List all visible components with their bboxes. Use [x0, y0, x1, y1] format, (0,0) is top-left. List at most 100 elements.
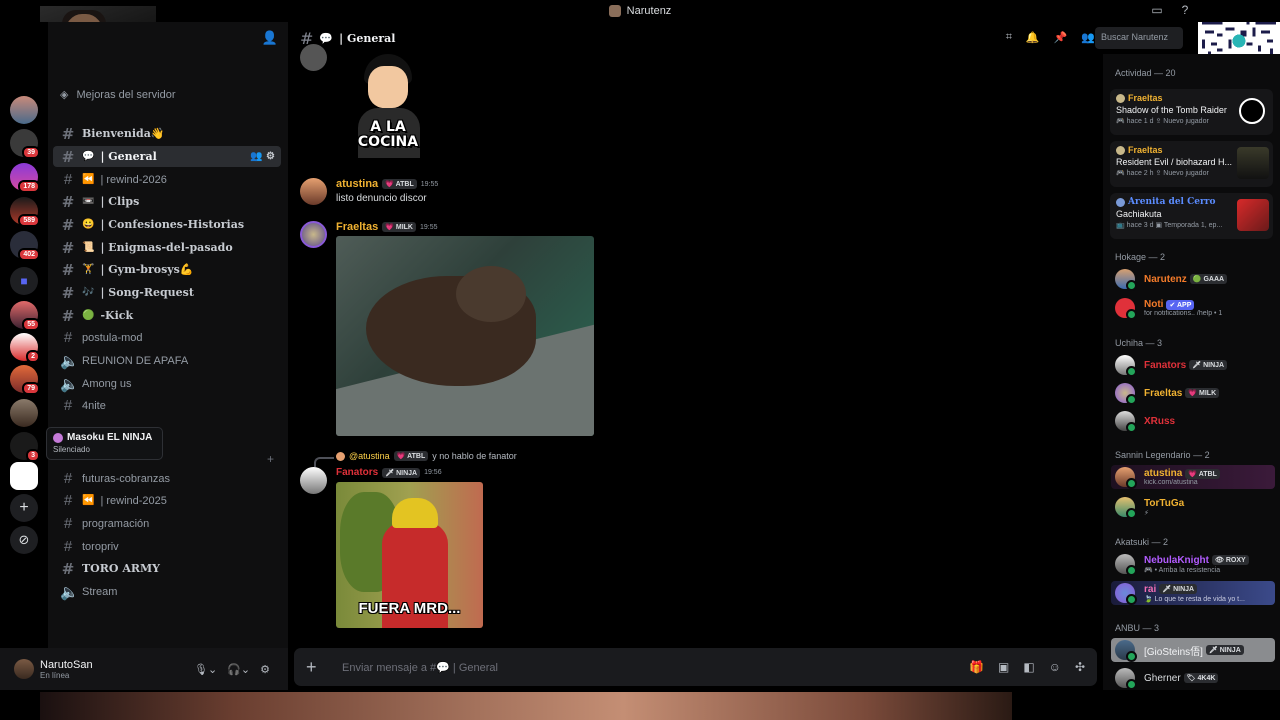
member-item[interactable]: rai 🗡 NINJA 🍃 Lo que te resta de vida yo t…	[1111, 581, 1275, 605]
unread-badge: 2	[26, 350, 40, 363]
server-item[interactable]	[10, 96, 38, 124]
member-item[interactable]: Fraeltas 💗 MILK	[1115, 381, 1275, 405]
server-item[interactable]: 178	[10, 163, 40, 193]
user-avatar[interactable]	[14, 659, 34, 679]
member-item[interactable]: XRuss	[1115, 409, 1275, 433]
channel-song-request[interactable]: # 🎶 | Song-Request	[53, 282, 281, 303]
channel-postula-mod[interactable]: # postula-mod	[53, 327, 281, 348]
server-item[interactable]	[10, 462, 38, 490]
activity-card[interactable]: Fraeltas Resident Evil / biohazard H... …	[1110, 141, 1273, 187]
voice-channel-reunion[interactable]: 🔈 REUNION DE APAFA	[53, 350, 281, 371]
channel-futuras-cobranzas[interactable]: # futuras-cobranzas	[53, 468, 281, 489]
voice-channel-among-us[interactable]: 🔈 Among us	[53, 373, 281, 394]
member-item[interactable]: [GioSteins俉] 🗡 NINJA	[1111, 638, 1275, 662]
server-item[interactable]: 3	[10, 432, 40, 462]
member-item[interactable]: TorTuGa ⚡	[1115, 495, 1275, 519]
bell-icon[interactable]: 🔔	[1026, 31, 1040, 44]
server-item[interactable]: 39	[10, 129, 40, 159]
avatar[interactable]	[300, 44, 327, 71]
channel-settings-icon[interactable]: 👥 ⚙	[250, 151, 275, 162]
activity-card[interactable]: Fraeltas Shadow of the Tomb Raider 🎮 hac…	[1110, 89, 1273, 135]
channel-programacion[interactable]: # programación	[53, 513, 281, 534]
unread-badge: 402	[18, 248, 40, 261]
server-rail: 39 178 589 402 ■ 55 2 79 3 + ⊘	[0, 22, 48, 720]
unread-badge: 79	[22, 382, 40, 395]
invite-icon[interactable]: 👤	[262, 30, 278, 46]
hash-icon: #	[61, 147, 75, 166]
message-author[interactable]: atustina 💗 ATBL 19:55	[336, 178, 438, 190]
apps-icon[interactable]: ✣	[1075, 660, 1085, 674]
channel-4nite[interactable]: #4nite	[53, 395, 281, 416]
reply-avatar	[336, 451, 345, 461]
boost-icon: ◈	[60, 89, 69, 101]
help-icon[interactable]: ?	[1178, 3, 1192, 17]
sticker-image[interactable]: A LA COCINA	[336, 50, 436, 166]
server-boost[interactable]: ◈ Mejoras del servidor	[60, 88, 176, 102]
message-text: listo denuncio discor	[336, 193, 427, 204]
emoji-icon[interactable]: ☺	[1049, 660, 1061, 674]
channel-gym[interactable]: # 🏋 | Gym-brosys💪	[53, 259, 281, 280]
server-icon	[608, 5, 621, 17]
gear-icon[interactable]: ⚙	[260, 663, 270, 676]
server-item[interactable]: 79	[10, 365, 40, 395]
avatar	[1115, 497, 1137, 519]
add-attachment-icon[interactable]: +	[306, 657, 326, 678]
threads-icon[interactable]: ⌗	[1006, 31, 1012, 44]
role-header: Sannin Legendario — 2	[1115, 450, 1210, 460]
timestamp: 19:55	[419, 223, 438, 231]
reply-preview[interactable]: @atustina 💗 ATBL y no hablo de fanator	[336, 451, 517, 461]
channel-enigmas[interactable]: # 📜 | Enigmas-del-pasado	[53, 237, 281, 258]
channel-rewind-2026[interactable]: # ⏪ | rewind-2026	[53, 169, 281, 190]
user-avatar-icon	[1116, 145, 1125, 155]
message-author[interactable]: Fraeltas 💗 MILK 19:55	[336, 221, 438, 233]
add-channel-icon[interactable]: +	[267, 452, 274, 466]
channel-bienvenida[interactable]: # Bienvenida👋	[53, 123, 281, 144]
server-item[interactable]: 2	[10, 333, 40, 363]
server-avatar-icon	[53, 432, 63, 443]
search-input[interactable]: Buscar Narutenz	[1095, 27, 1183, 49]
members-icon[interactable]: 👥	[1081, 31, 1095, 44]
message-author[interactable]: Fanators 🗡 NINJA 19:56	[336, 467, 442, 478]
channel-general[interactable]: # 💬 | General 👥 ⚙	[53, 146, 281, 167]
server-item[interactable]: 589	[10, 197, 40, 227]
server-folder[interactable]: 402	[10, 231, 40, 261]
reaction-gif[interactable]: FUERA MRD...	[336, 482, 483, 628]
microphone-icon[interactable]: 🎙⌄	[194, 663, 217, 676]
speaker-icon: 🔈	[60, 583, 79, 601]
avatar[interactable]	[300, 178, 327, 205]
member-item[interactable]: Fanators 🗡 NINJA	[1115, 353, 1275, 377]
avatar[interactable]	[300, 221, 327, 248]
member-item[interactable]: Gherner 🏷 4K4K	[1115, 666, 1275, 690]
member-item[interactable]: atustina 💗 ATBL kick.com/atustina	[1111, 465, 1275, 489]
explore-icon[interactable]: ⊘	[10, 526, 38, 554]
folder-icon[interactable]: ■	[10, 267, 38, 295]
server-item[interactable]: 55	[10, 301, 40, 331]
member-item[interactable]: NebulaKnight 👁 ROXY 🎮 • Arriba la resisten…	[1115, 552, 1275, 576]
channel-clips[interactable]: # 📼 | Clips	[53, 191, 281, 212]
activity-card[interactable]: Arenita del Cerro Gachiakuta 📺 hace 3 d …	[1110, 193, 1273, 239]
avatar[interactable]	[300, 467, 327, 494]
hash-icon: #	[63, 515, 73, 532]
member-item[interactable]: Noti ✔ APP for notifications.. /help • 1	[1115, 296, 1275, 320]
gift-icon[interactable]: 🎁	[969, 660, 984, 674]
pin-icon[interactable]: 📌	[1054, 31, 1068, 44]
member-item[interactable]: Narutenz 🟢 GAAA	[1115, 267, 1275, 291]
unread-badge: 178	[18, 180, 40, 193]
hash-icon: #	[63, 397, 73, 414]
channel-rewind-2025[interactable]: # ⏪ | rewind-2025	[53, 490, 281, 511]
sticker-icon[interactable]: ◧	[1023, 660, 1034, 674]
message-composer[interactable]: + Enviar mensaje a #💬 | General 🎁 ▣ ◧ ☺ …	[294, 648, 1097, 686]
channel-toro-army[interactable]: # TORO ARMY	[53, 558, 281, 579]
hash-icon: #	[61, 306, 75, 325]
channel-kick[interactable]: # 🟢 -Kick	[53, 305, 281, 326]
headphones-icon[interactable]: 🎧⌄	[227, 663, 250, 676]
channel-toropriv[interactable]: # toropriv	[53, 536, 281, 557]
channel-confesiones[interactable]: # 😀 | Confesiones-Historias	[53, 214, 281, 235]
server-item-active[interactable]	[10, 399, 38, 427]
voice-channel-stream[interactable]: 🔈 Stream	[53, 581, 281, 602]
otter-gif[interactable]	[336, 236, 594, 436]
add-server-icon[interactable]: +	[10, 494, 38, 522]
gif-icon[interactable]: ▣	[998, 660, 1009, 674]
inbox-icon[interactable]: ▭	[1150, 3, 1164, 17]
message-input[interactable]: Enviar mensaje a #💬 | General	[342, 661, 498, 674]
